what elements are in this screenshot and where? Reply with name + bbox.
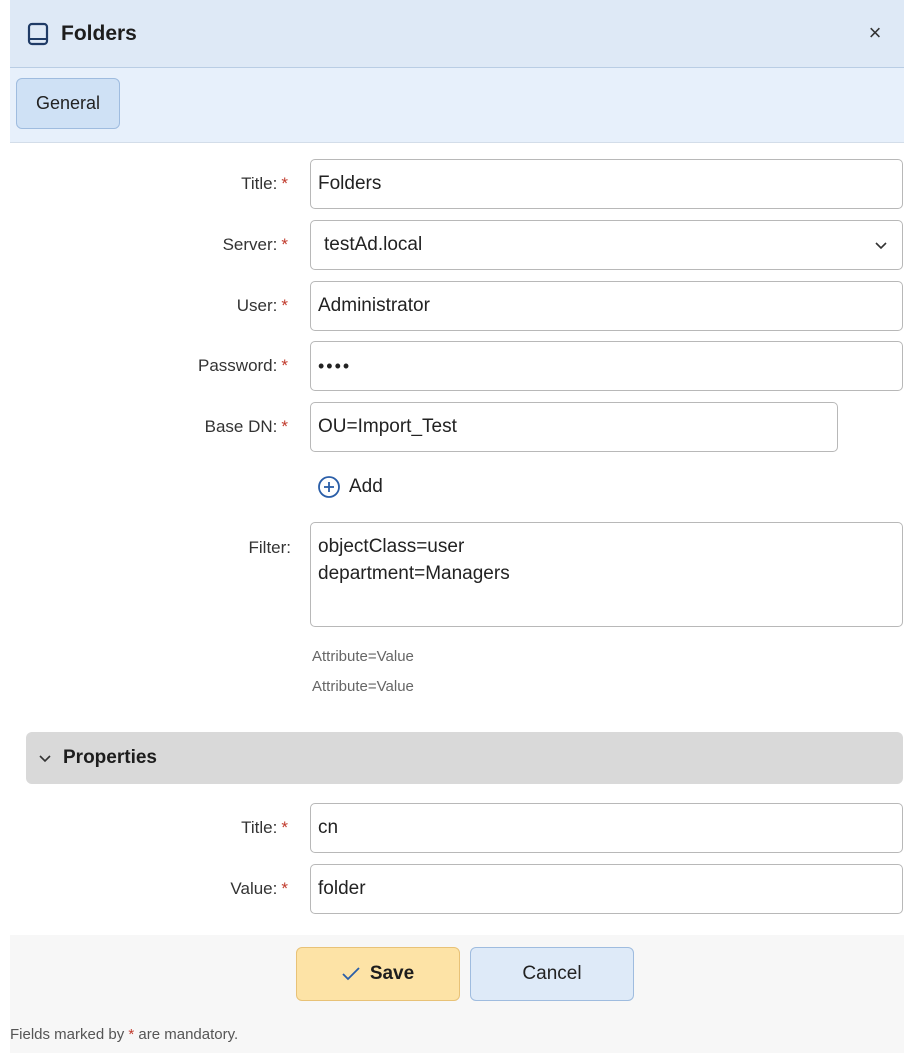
user-label-text: User: bbox=[236, 296, 278, 315]
filter-hint: Attribute=Value bbox=[312, 648, 414, 665]
required-mark: * bbox=[281, 235, 288, 254]
mandatory-note: Fields marked by * are mandatory. bbox=[10, 1026, 238, 1043]
prop-value-label-text: Value: bbox=[230, 879, 278, 898]
base-dn-label: Base DN: * bbox=[205, 417, 288, 437]
filter-textarea[interactable]: objectClass=user department=Managers bbox=[310, 522, 903, 627]
user-label: User: * bbox=[237, 296, 288, 316]
required-mark: * bbox=[281, 879, 288, 898]
note-suffix: are mandatory. bbox=[138, 1026, 239, 1043]
check-icon bbox=[342, 967, 360, 981]
add-label: Add bbox=[349, 476, 383, 497]
password-input[interactable]: •••• bbox=[310, 341, 903, 391]
save-label: Save bbox=[369, 963, 415, 984]
base-dn-label-text: Base DN: bbox=[204, 417, 278, 436]
chevron-down-icon bbox=[875, 242, 887, 250]
password-label: Password: * bbox=[198, 356, 288, 376]
required-mark: * bbox=[281, 296, 288, 315]
prop-title-label: Title: * bbox=[241, 818, 288, 838]
filter-line: department=Managers bbox=[318, 563, 510, 584]
required-mark: * bbox=[281, 818, 288, 837]
filter-hint: Attribute=Value bbox=[312, 678, 414, 695]
password-label-text: Password: bbox=[198, 356, 278, 375]
close-icon[interactable]: × bbox=[860, 18, 890, 48]
prop-title-label-text: Title: bbox=[241, 818, 278, 837]
note-mark: * bbox=[128, 1026, 135, 1043]
cancel-button[interactable]: Cancel bbox=[470, 947, 634, 1001]
server-select-value: testAd.local bbox=[324, 234, 423, 255]
dialog-title: Folders bbox=[61, 21, 137, 45]
add-base-dn-button[interactable]: Add bbox=[317, 475, 383, 499]
tab-bar: General bbox=[10, 68, 904, 143]
title-label-text: Title: bbox=[241, 174, 278, 193]
prop-title-input[interactable]: cn bbox=[310, 803, 903, 853]
tab-general[interactable]: General bbox=[16, 78, 120, 129]
properties-section-header[interactable]: Properties bbox=[26, 732, 903, 784]
save-button[interactable]: Save bbox=[296, 947, 460, 1001]
prop-value-label: Value: * bbox=[230, 879, 288, 899]
filter-line: objectClass=user bbox=[318, 536, 465, 557]
base-dn-input[interactable]: OU=Import_Test bbox=[310, 402, 838, 452]
plus-circle-icon bbox=[318, 476, 340, 498]
filter-label: Filter: bbox=[248, 538, 292, 557]
dialog-header: Folders × bbox=[10, 0, 904, 68]
required-mark: * bbox=[281, 174, 288, 193]
required-mark: * bbox=[281, 417, 288, 436]
server-select[interactable]: testAd.local bbox=[310, 220, 903, 270]
title-input[interactable]: Folders bbox=[310, 159, 903, 209]
server-label: Server: * bbox=[223, 235, 288, 255]
required-mark: * bbox=[281, 356, 288, 375]
title-label: Title: * bbox=[241, 174, 288, 194]
note-prefix: Fields marked by bbox=[10, 1026, 125, 1043]
book-icon bbox=[27, 22, 51, 46]
user-input[interactable]: Administrator bbox=[310, 281, 903, 331]
prop-value-input[interactable]: folder bbox=[310, 864, 903, 914]
chevron-down-icon bbox=[39, 755, 51, 763]
server-label-text: Server: bbox=[222, 235, 278, 254]
properties-title: Properties bbox=[63, 747, 157, 768]
